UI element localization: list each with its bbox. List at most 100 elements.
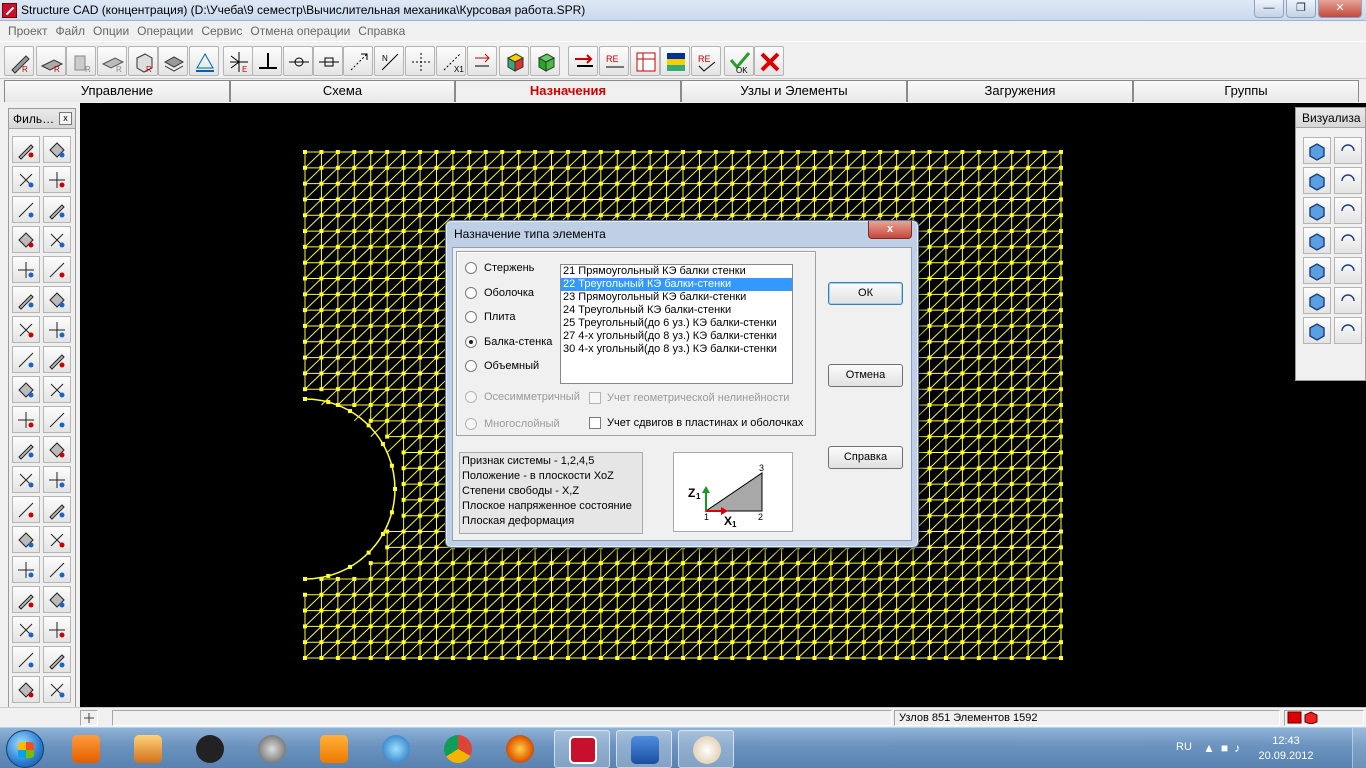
menu-file[interactable]: Файл xyxy=(52,21,90,41)
menu-project[interactable]: Проект xyxy=(4,21,52,41)
toolbar-button-confirm[interactable]: OK xyxy=(724,46,754,76)
mesh-edge xyxy=(962,151,980,169)
toolbar-button-rigid-insert[interactable] xyxy=(313,46,343,76)
toolbar-button-axes-x[interactable]: X1 xyxy=(436,46,466,76)
palette-tool-button[interactable] xyxy=(12,646,40,673)
visualization-tool-button[interactable] xyxy=(1303,227,1331,254)
palette-tool-button[interactable] xyxy=(12,256,40,283)
front-view-icon xyxy=(1309,203,1325,221)
toolbar-button-support[interactable] xyxy=(189,46,219,76)
toolbar-button-table[interactable] xyxy=(630,46,660,76)
palette-tool-button[interactable] xyxy=(43,226,71,253)
palette-tool-button[interactable] xyxy=(12,526,40,553)
visualization-tool-button[interactable] xyxy=(1303,317,1331,344)
mesh-edge xyxy=(386,262,404,279)
palette-tool-button[interactable] xyxy=(43,406,71,433)
visualization-tool-button[interactable] xyxy=(1334,227,1362,254)
tab-scheme[interactable]: Схема xyxy=(230,80,455,102)
visualization-tool-button[interactable] xyxy=(1334,287,1362,314)
toolbar-button-slab[interactable]: R xyxy=(97,46,127,76)
toolbar-button-stiffness[interactable]: R xyxy=(4,46,34,76)
toolbar-button-element-type[interactable]: E xyxy=(223,46,253,76)
toolbar-button-rigidity-list[interactable]: RE xyxy=(599,46,629,76)
toolbar-button-layers[interactable] xyxy=(158,46,188,76)
visualization-tool-button[interactable] xyxy=(1334,197,1362,224)
toolbar-button-cube[interactable]: R xyxy=(128,46,158,76)
palette-tool-button[interactable] xyxy=(12,466,40,493)
tab-control[interactable]: Управление xyxy=(4,80,230,102)
palette-tool-button[interactable] xyxy=(43,616,71,643)
palette-tool-button[interactable] xyxy=(43,646,71,673)
menu-options[interactable]: Опции xyxy=(89,21,133,41)
toolbar-button-transfer[interactable] xyxy=(568,46,598,76)
palette-tool-button[interactable] xyxy=(43,316,71,343)
palette-tool-button[interactable] xyxy=(43,526,71,553)
palette-tool-button[interactable] xyxy=(43,466,71,493)
palette-tool-button[interactable] xyxy=(12,406,40,433)
palette-tool-button[interactable] xyxy=(12,226,40,253)
toolbar-button-coords[interactable] xyxy=(405,46,435,76)
toolbar-button-orientation[interactable]: N xyxy=(374,46,404,76)
mesh-edge xyxy=(304,641,322,659)
palette-tool-button[interactable] xyxy=(12,196,40,223)
tab-assignments[interactable]: Назначения xyxy=(455,80,681,102)
visualization-tool-button[interactable] xyxy=(1334,137,1362,164)
palette-tool-button[interactable] xyxy=(12,436,40,463)
palette-tool-button[interactable] xyxy=(12,166,40,193)
tab-loads[interactable]: Загружения xyxy=(907,80,1133,102)
toolbar-button-flag[interactable] xyxy=(660,46,690,76)
palette-tool-button[interactable] xyxy=(43,346,71,373)
filter-palette-close-button[interactable]: x xyxy=(59,112,72,125)
toolbar-button-solid[interactable]: R xyxy=(66,46,96,76)
palette-tool-button[interactable] xyxy=(12,556,40,583)
minimize-button[interactable]: — xyxy=(1254,0,1284,18)
palette-tool-button[interactable] xyxy=(43,136,71,163)
palette-tool-button[interactable] xyxy=(43,586,71,613)
palette-tool-button[interactable] xyxy=(43,496,71,523)
toolbar-button-colored-cube[interactable] xyxy=(499,46,529,76)
toolbar-button-plate[interactable]: R xyxy=(36,46,66,76)
visualization-tool-button[interactable] xyxy=(1303,257,1331,284)
menu-operations[interactable]: Операции xyxy=(133,21,197,41)
mesh-edge xyxy=(616,151,635,169)
palette-tool-button[interactable] xyxy=(43,166,71,193)
tab-nodes-elements[interactable]: Узлы и Элементы xyxy=(681,80,907,102)
palette-tool-button[interactable] xyxy=(43,196,71,223)
mesh-edge xyxy=(551,151,569,169)
palette-tool-button[interactable] xyxy=(43,376,71,403)
palette-tool-button[interactable] xyxy=(43,286,71,313)
palette-tool-button[interactable] xyxy=(43,256,71,283)
palette-tool-button[interactable] xyxy=(12,496,40,523)
visualization-tool-button[interactable] xyxy=(1334,317,1362,344)
toolbar-button-local-axes[interactable] xyxy=(343,46,373,76)
palette-tool-button[interactable] xyxy=(12,676,40,703)
visualization-tool-button[interactable] xyxy=(1303,137,1331,164)
palette-tool-button[interactable] xyxy=(12,136,40,163)
toolbar-button-cancel[interactable] xyxy=(754,46,784,76)
close-button[interactable]: ✕ xyxy=(1318,0,1362,18)
restore-button[interactable]: ❐ xyxy=(1286,0,1316,18)
palette-tool-button[interactable] xyxy=(43,676,71,703)
palette-tool-button[interactable] xyxy=(12,616,40,643)
palette-tool-button[interactable] xyxy=(12,346,40,373)
toolbar-button-node-load[interactable] xyxy=(252,46,282,76)
visualization-tool-button[interactable] xyxy=(1303,287,1331,314)
menu-help[interactable]: Справка xyxy=(354,21,409,41)
palette-tool-button[interactable] xyxy=(43,556,71,583)
palette-tool-button[interactable] xyxy=(12,286,40,313)
menu-service[interactable]: Сервис xyxy=(197,21,246,41)
palette-tool-button[interactable] xyxy=(12,376,40,403)
tab-groups[interactable]: Группы xyxy=(1133,80,1359,102)
toolbar-button-hinge[interactable] xyxy=(283,46,313,76)
toolbar-button-check[interactable]: RE xyxy=(691,46,721,76)
visualization-tool-button[interactable] xyxy=(1303,167,1331,194)
toolbar-button-directions[interactable] xyxy=(467,46,497,76)
visualization-tool-button[interactable] xyxy=(1303,197,1331,224)
toolbar-button-green-cube[interactable] xyxy=(530,46,560,76)
visualization-tool-button[interactable] xyxy=(1334,167,1362,194)
visualization-tool-button[interactable] xyxy=(1334,257,1362,284)
palette-tool-button[interactable] xyxy=(43,436,71,463)
palette-tool-button[interactable] xyxy=(12,316,40,343)
menu-undo[interactable]: Отмена операции xyxy=(246,21,354,41)
palette-tool-button[interactable] xyxy=(12,586,40,613)
